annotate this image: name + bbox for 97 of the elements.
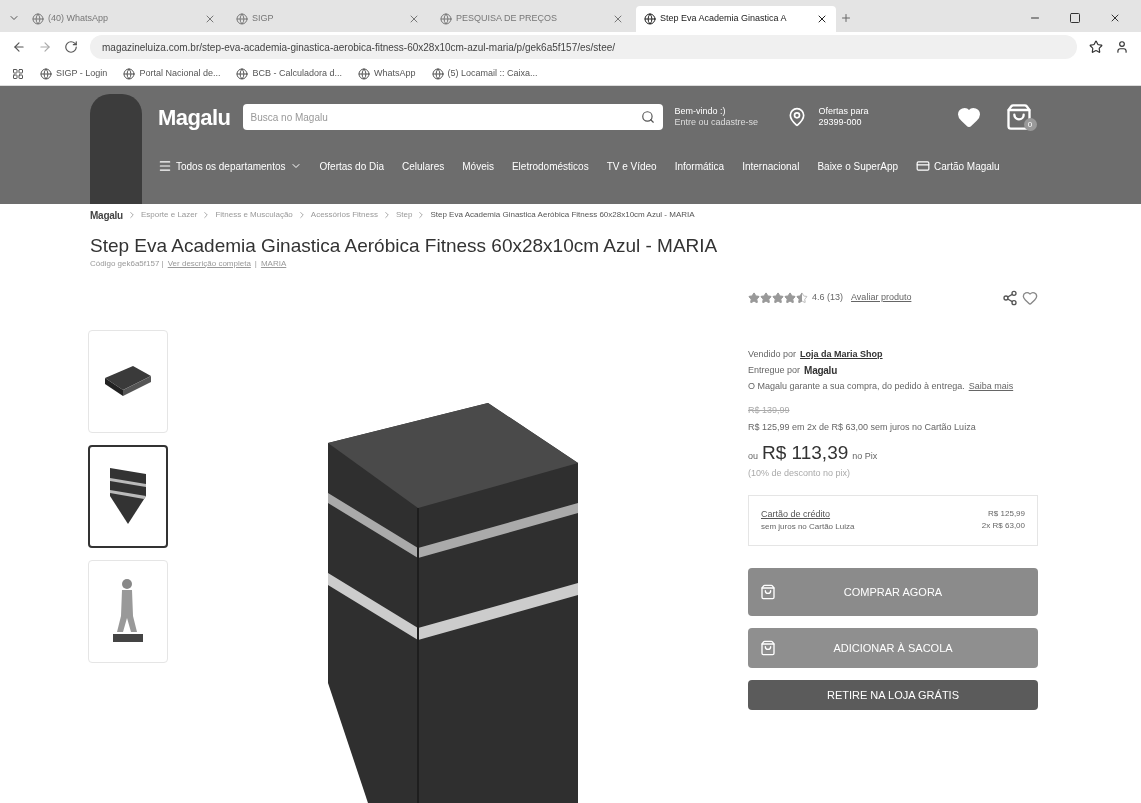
menu-icon <box>158 159 172 173</box>
bookmark-link[interactable]: SIGP - Login <box>40 66 108 81</box>
nav-link[interactable]: Móveis <box>462 158 494 174</box>
globe-icon <box>236 67 249 80</box>
heart-icon[interactable] <box>956 105 981 129</box>
brand-link[interactable]: MARIA <box>260 257 287 270</box>
close-icon[interactable] <box>1109 12 1121 24</box>
globe-icon <box>40 67 52 80</box>
nav-link[interactable]: Internacional <box>742 158 800 174</box>
browser-tab[interactable]: (40) WhatsApp <box>24 6 224 32</box>
breadcrumb-link[interactable]: Step <box>395 209 413 221</box>
browser-tab[interactable]: SIGP <box>228 6 428 32</box>
globe-icon <box>357 67 370 80</box>
action-button[interactable]: RETIRE NA LOJA GRÁTIS <box>748 680 1038 711</box>
breadcrumb-link[interactable]: Fitness e Musculação <box>215 209 293 221</box>
action-button[interactable]: ADICIONAR À SACOLA <box>748 628 1038 669</box>
bag-icon <box>760 640 776 657</box>
rating-star-icon <box>772 291 784 304</box>
tab-title: (40) WhatsApp <box>48 12 110 26</box>
site-icon <box>236 13 248 25</box>
seller-label: Vendido por <box>748 347 797 361</box>
profile-icon[interactable] <box>1115 40 1129 54</box>
nav-link[interactable]: Celulares <box>402 158 445 174</box>
nav-link[interactable]: Informática <box>674 158 725 174</box>
breadcrumb-link[interactable]: Acessórios Fitness <box>310 209 378 221</box>
payment-method-link[interactable]: Cartão de crédito <box>761 507 855 522</box>
search-field[interactable]: Busca no Magalu <box>242 104 663 130</box>
thumbnail[interactable] <box>88 444 168 548</box>
bookmark-link[interactable]: Portal Nacional de... <box>123 66 221 81</box>
bookmark-star-icon[interactable] <box>1089 40 1103 54</box>
site-icon <box>32 13 44 25</box>
browser-tab[interactable]: PESQUISA DE PREÇOS <box>432 6 632 32</box>
pix-price: R$ 113,39 <box>762 440 849 465</box>
bag-icon <box>760 584 776 601</box>
globe-icon <box>123 67 136 80</box>
tab-title: PESQUISA DE PREÇOS <box>456 12 559 26</box>
nav-link[interactable]: Cartão Magalu <box>916 158 1000 174</box>
separator: | <box>254 257 257 270</box>
rating-text: 4.6 (13) <box>812 291 844 304</box>
bag-icon[interactable] <box>1004 103 1033 131</box>
tab-title: SIGP <box>252 12 275 26</box>
rate-link[interactable]: Avaliar produto <box>851 291 912 305</box>
nav-link[interactable]: Todos os departamentos <box>158 158 302 174</box>
site-icon <box>644 13 656 25</box>
nav-link[interactable]: TV e Vídeo <box>606 158 657 174</box>
breadcrumb-link[interactable]: Esporte e Lazer <box>140 209 198 221</box>
reload-icon[interactable] <box>64 40 78 54</box>
login-link[interactable]: Entre ou cadastre-se <box>674 117 775 129</box>
guarantee-text: O Magalu garante a sua compra, do pedido à entrega. <box>748 380 965 394</box>
address-field[interactable]: magazineluiza.com.br/step-eva-academia-ginastica-aerobica-fitness-60x28x10cm-azul-maria/p/gek6a5f157/es/stee/ <box>90 35 1077 59</box>
close-icon[interactable] <box>816 13 828 25</box>
installment-text: R$ 125,99 em 2x de R$ 63,00 sem juros no Cartão Luiza <box>748 421 977 435</box>
tab-title: Step Eva Academia Ginastica A <box>660 12 788 26</box>
learn-more-link[interactable]: Saiba mais <box>968 380 1014 394</box>
payment-split: 2x R$ 63,00 <box>981 519 1025 532</box>
greeting-text: Bem-vindo :) <box>674 105 727 117</box>
location-label: Ofertas para <box>818 105 870 117</box>
bookmark-link[interactable]: BCB - Calculadora d... <box>236 66 342 81</box>
share-icon[interactable] <box>1002 289 1018 306</box>
nav-link[interactable]: Baixe o SuperApp <box>817 158 899 174</box>
browser-tab[interactable]: Step Eva Academia Ginastica A <box>636 6 836 32</box>
product-code: Código gek6a5f157 | <box>90 257 164 270</box>
action-button[interactable]: COMPRAR AGORA <box>748 568 1038 617</box>
bookmark-link[interactable]: WhatsApp <box>357 66 416 81</box>
pix-discount: (10% de desconto no pix) <box>748 467 852 481</box>
breadcrumb-link[interactable]: Step Eva Academia Ginastica Aeróbica Fitness 60x28x10cm Azul - MARIA <box>430 209 695 221</box>
card-icon <box>916 159 931 173</box>
search-icon[interactable] <box>640 110 655 124</box>
rating-star-icon <box>748 291 760 304</box>
magalu-logo: Magalu <box>804 364 837 379</box>
site-icon <box>440 13 452 25</box>
rating-star-icon <box>784 291 796 304</box>
old-price: R$ 139,99 <box>748 403 791 417</box>
globe-icon <box>431 67 444 80</box>
zip-code[interactable]: 29399-000 <box>818 117 929 129</box>
magalu-logo: Magalu <box>90 208 123 223</box>
cart-count: 0 <box>1023 118 1037 131</box>
nav-link[interactable]: Ofertas do Dia <box>319 158 384 174</box>
rating-star-icon <box>760 291 772 304</box>
product-title: Step Eva Academia Ginastica Aeróbica Fitness 60x28x10cm Azul - MARIA <box>90 234 719 258</box>
new-tab-icon[interactable] <box>840 12 852 24</box>
pix-label: no Pix <box>852 449 878 463</box>
apps-icon[interactable] <box>12 67 24 80</box>
payment-note: sem juros no Cartão Luiza <box>761 521 855 534</box>
description-link[interactable]: Ver descrição completa <box>167 257 251 270</box>
back-icon[interactable] <box>12 40 26 54</box>
magalu-logo: Magalu <box>158 103 231 132</box>
bookmark-link[interactable]: (5) Locamail :: Caixa... <box>431 66 538 81</box>
delivery-label: Entregue por <box>748 364 801 377</box>
favorite-icon[interactable] <box>1022 289 1038 306</box>
nav-link[interactable]: Eletrodomésticos <box>511 158 589 174</box>
pix-prefix: ou <box>748 449 758 463</box>
rating-star-icon <box>796 291 808 304</box>
payment-total: R$ 125,99 <box>988 507 1025 520</box>
seller-link[interactable]: Loja da Maria Shop <box>800 347 883 362</box>
maximize-icon[interactable] <box>1069 12 1081 24</box>
step-block-drawing <box>103 364 153 399</box>
